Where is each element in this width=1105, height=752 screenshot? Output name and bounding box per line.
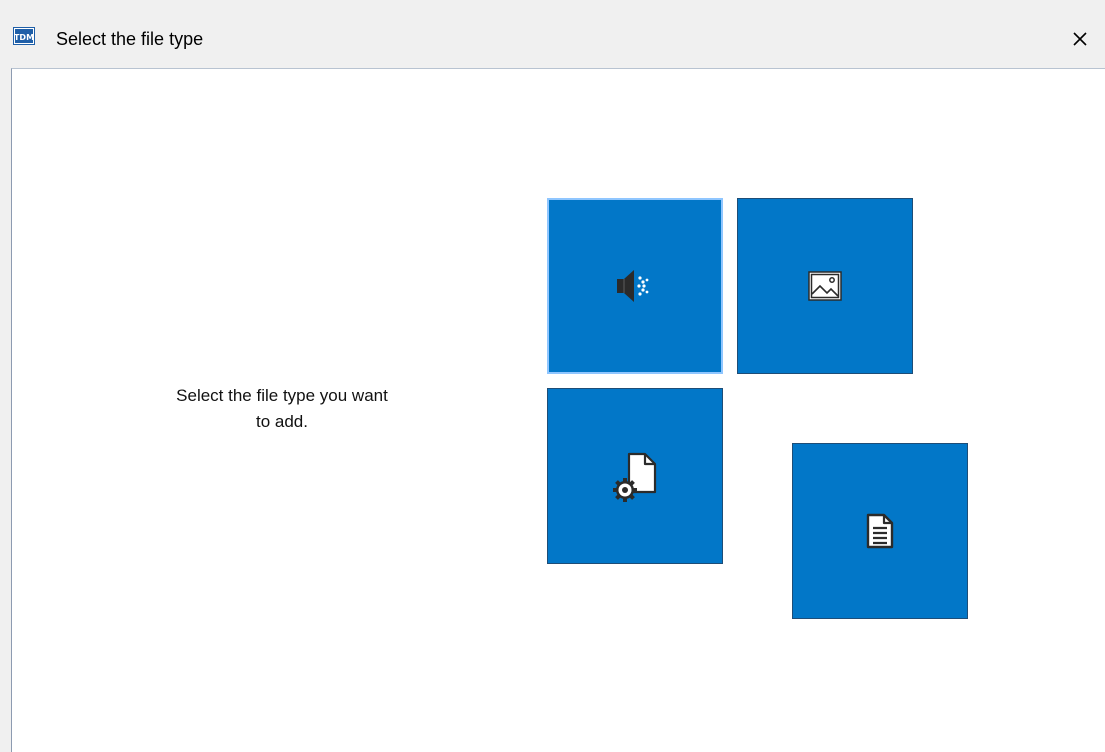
audio-file-tile[interactable]	[547, 198, 723, 374]
dialog-content: Select the file type you want to add.	[11, 68, 1105, 752]
settings-file-tile[interactable]	[547, 388, 723, 564]
window-title: Select the file type	[56, 29, 204, 49]
image-file-tile[interactable]	[737, 198, 913, 374]
file-gear-icon	[613, 452, 657, 502]
document-icon	[866, 513, 894, 549]
app-logo-icon: TDM	[13, 27, 35, 45]
instruction-text: Select the file type you want to add.	[176, 386, 388, 431]
dialog-window: TDM Select the file type Select the file…	[0, 0, 1105, 752]
close-icon	[1073, 32, 1087, 46]
speaker-icon	[617, 270, 649, 302]
image-icon	[808, 271, 842, 301]
close-button[interactable]	[1066, 25, 1094, 53]
svg-text:TDM: TDM	[14, 33, 34, 42]
document-file-tile[interactable]	[792, 443, 968, 619]
title-bar: TDM Select the file type	[0, 0, 1105, 68]
